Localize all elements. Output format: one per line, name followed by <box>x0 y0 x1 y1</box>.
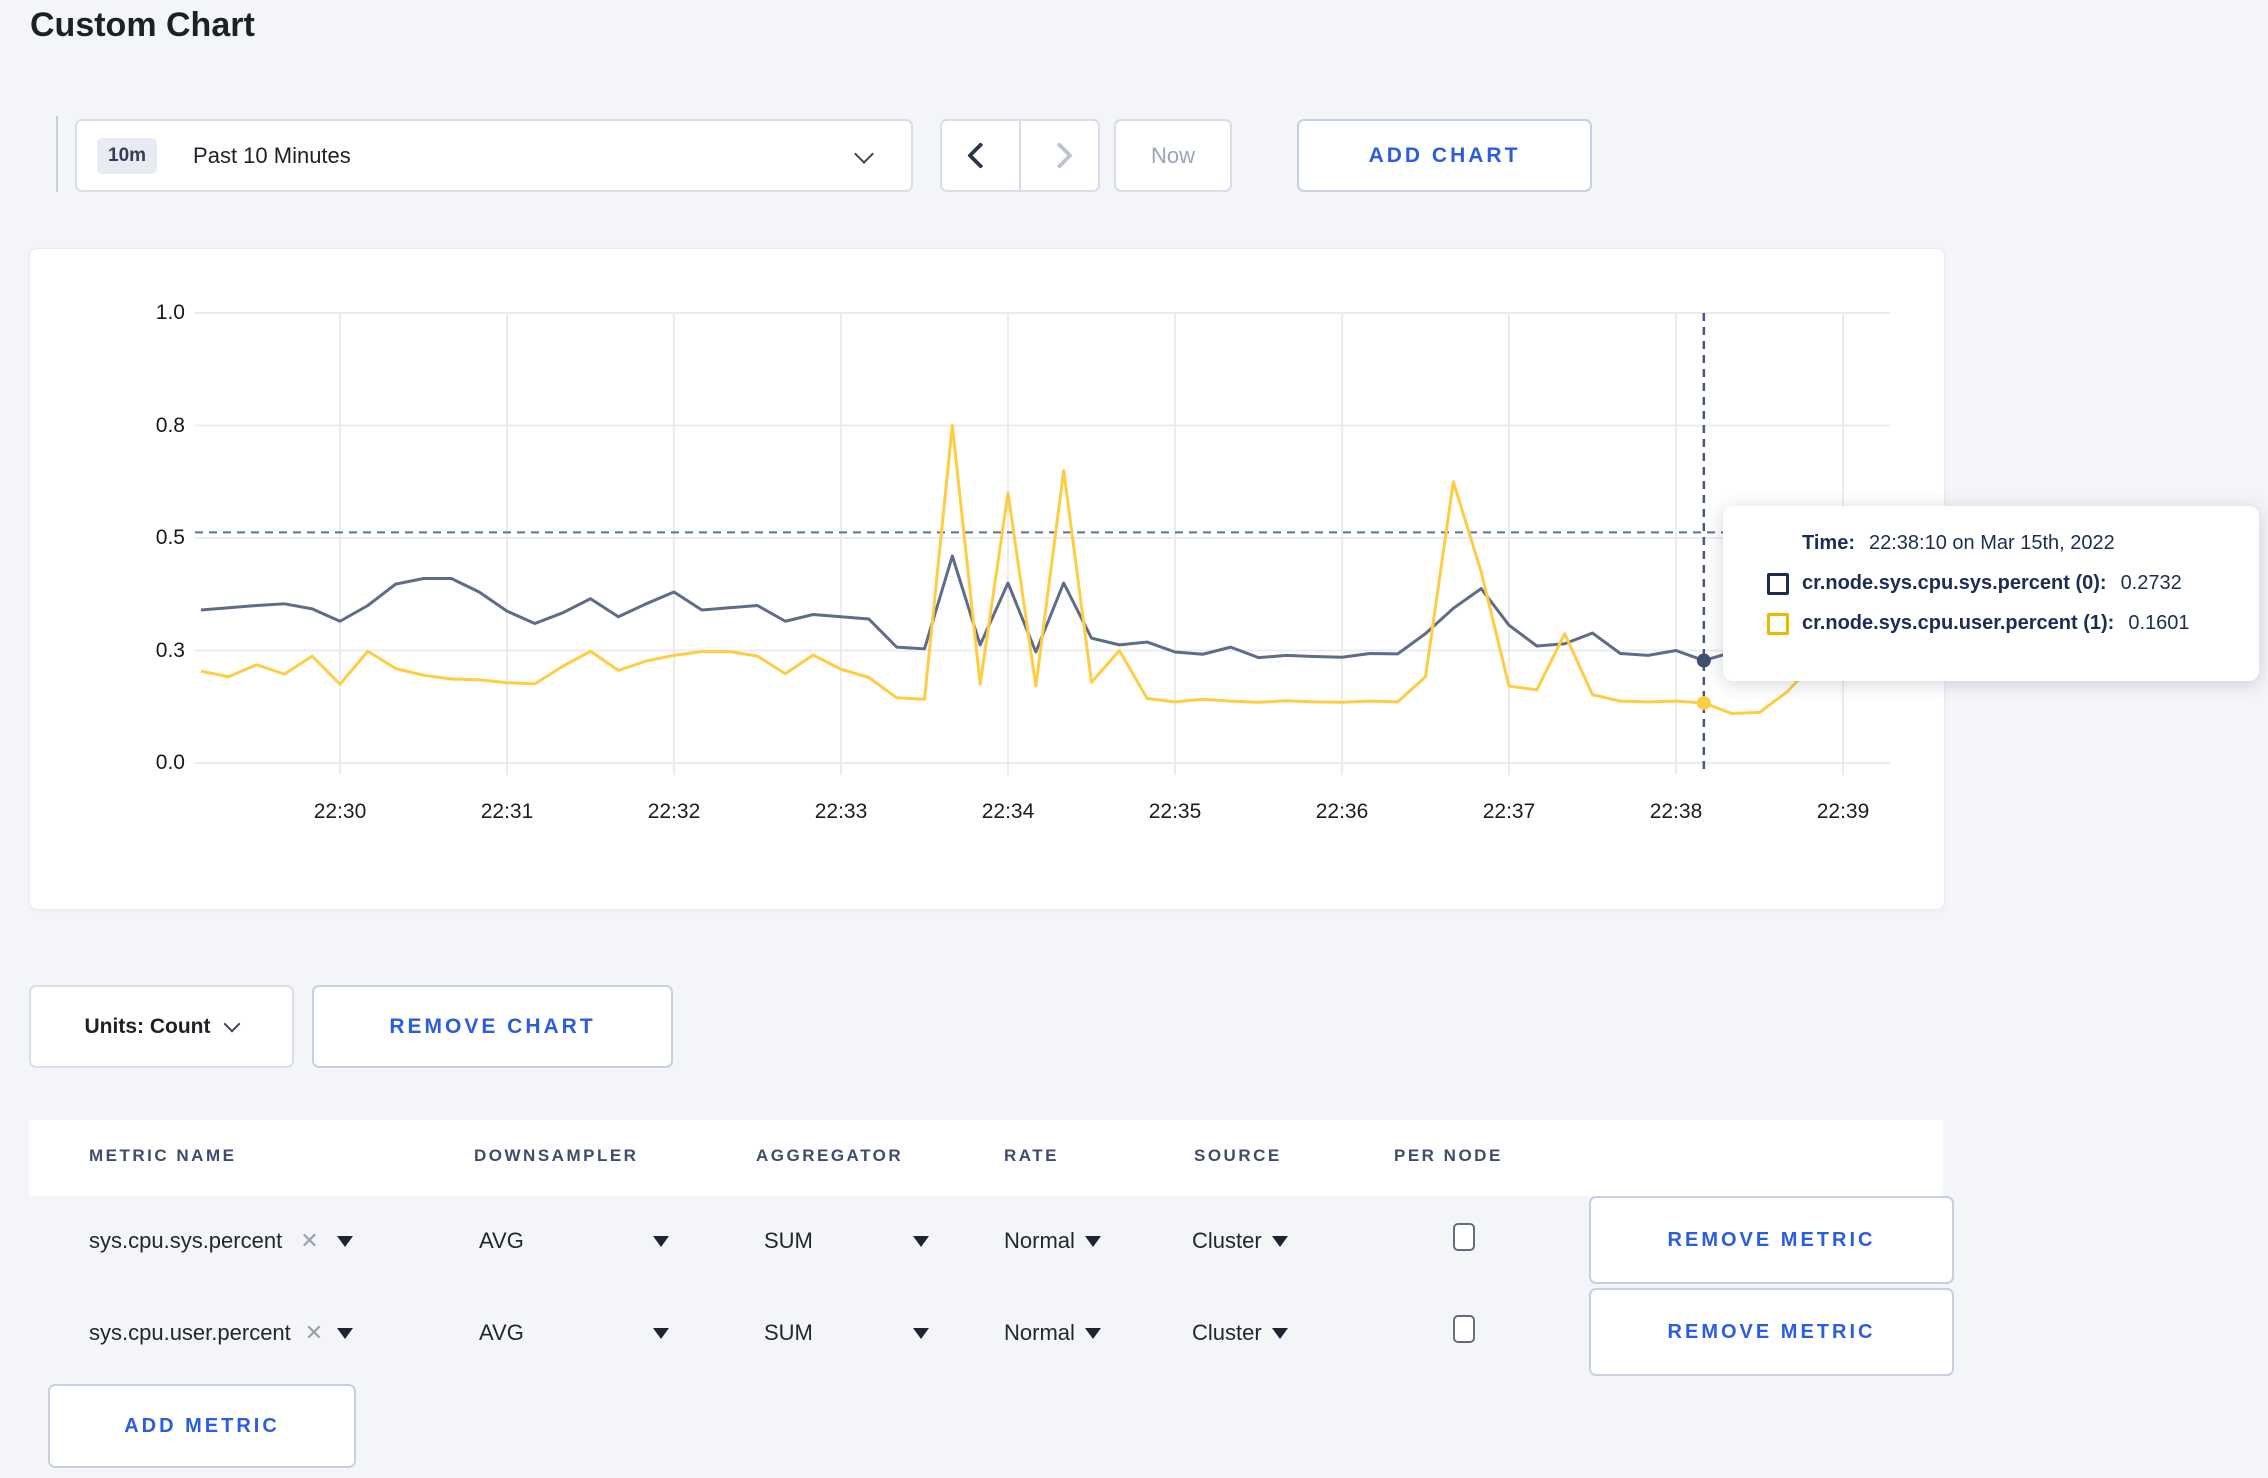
x-axis-tick-label: 22:31 <box>480 800 534 823</box>
add-metric-button[interactable]: ADD METRIC <box>48 1384 356 1468</box>
tooltip-time-label: Time: <box>1802 532 1855 554</box>
per-node-checkbox[interactable] <box>1453 1223 1475 1251</box>
source-value: Cluster <box>1192 1228 1262 1253</box>
y-axis-tick-label: 1.0 <box>155 301 185 324</box>
tooltip-series-row: cr.node.sys.cpu.sys.percent (0): 0.2732 <box>1767 572 2259 595</box>
time-range-label: Past 10 Minutes <box>193 142 351 168</box>
metric-name-select[interactable]: sys.cpu.user.percent ✕ <box>89 1288 354 1378</box>
column-header-metric-name: METRIC NAME <box>89 1146 237 1165</box>
y-axis-tick-label: 0.0 <box>155 751 185 774</box>
rate-value: Normal <box>1004 1320 1075 1345</box>
caret-down-icon <box>913 1235 929 1247</box>
tooltip-series-value: 0.2732 <box>2120 572 2182 594</box>
chevron-left-icon <box>967 142 994 169</box>
tooltip-series-label: cr.node.sys.cpu.sys.percent (0): <box>1802 572 2107 594</box>
metrics-table-header: METRIC NAME DOWNSAMPLER AGGREGATOR RATE … <box>29 1120 1943 1196</box>
time-range-badge: 10m <box>97 137 158 174</box>
column-header-downsampler: DOWNSAMPLER <box>474 1146 639 1165</box>
downsampler-select[interactable]: AVG <box>479 1196 669 1286</box>
remove-metric-button[interactable]: REMOVE METRIC <box>1589 1288 1954 1376</box>
caret-down-icon <box>1084 1327 1101 1339</box>
toolbar-divider <box>56 116 58 192</box>
aggregator-value: SUM <box>764 1320 813 1345</box>
metric-name-select[interactable]: sys.cpu.sys.percent ✕ <box>89 1196 353 1286</box>
column-header-rate: RATE <box>1004 1146 1060 1165</box>
column-header-per-node: PER NODE <box>1394 1146 1503 1165</box>
clear-icon[interactable]: ✕ <box>305 1320 323 1346</box>
aggregator-select[interactable]: SUM <box>764 1288 929 1378</box>
source-select[interactable]: Cluster <box>1192 1196 1288 1286</box>
x-axis-tick-label: 22:39 <box>1816 800 1870 823</box>
y-axis-tick-label: 0.5 <box>155 526 185 549</box>
chevron-down-icon <box>854 144 874 164</box>
chevron-down-icon <box>223 1015 241 1032</box>
caret-down-icon <box>336 1235 353 1247</box>
y-axis-tick-label: 0.8 <box>155 413 185 437</box>
clear-icon[interactable]: ✕ <box>300 1228 318 1254</box>
column-header-aggregator: AGGREGATOR <box>756 1146 904 1165</box>
caret-down-icon <box>653 1327 669 1339</box>
series-swatch-icon <box>1767 572 1789 595</box>
tooltip-time-value: 22:38:10 on Mar 15th, 2022 <box>1868 532 2115 554</box>
time-range-dropdown[interactable]: 10m Past 10 Minutes <box>75 119 913 192</box>
units-dropdown[interactable]: Units: Count <box>29 985 294 1068</box>
source-value: Cluster <box>1192 1320 1262 1345</box>
caret-down-icon <box>913 1327 929 1339</box>
metric-name-value: sys.cpu.user.percent <box>89 1320 291 1345</box>
aggregator-select[interactable]: SUM <box>764 1196 929 1286</box>
x-axis-tick-label: 22:33 <box>814 800 868 823</box>
series-swatch-icon <box>1767 612 1789 635</box>
downsampler-select[interactable]: AVG <box>479 1288 669 1378</box>
next-window-button[interactable] <box>1021 121 1098 190</box>
column-header-source: SOURCE <box>1194 1146 1282 1165</box>
custom-chart-page: Custom Chart 10m Past 10 Minutes Now ADD… <box>0 0 2268 1478</box>
caret-down-icon <box>653 1235 669 1247</box>
y-axis-tick-label: 0.3 <box>155 638 185 662</box>
x-axis-tick-label: 22:34 <box>981 800 1035 823</box>
x-axis-tick-label: 22:35 <box>1148 800 1202 823</box>
caret-down-icon <box>1271 1327 1288 1339</box>
rate-value: Normal <box>1004 1228 1075 1253</box>
add-chart-button[interactable]: ADD CHART <box>1297 119 1592 192</box>
x-axis-tick-label: 22:30 <box>313 800 367 823</box>
tooltip-time-row: Time: 22:38:10 on Mar 15th, 2022 <box>1767 532 2259 555</box>
x-axis-tick-label: 22:37 <box>1482 800 1536 823</box>
table-row: sys.cpu.sys.percent ✕ AVG SUM Normal Clu… <box>29 1196 1954 1286</box>
page-title: Custom Chart <box>30 6 255 44</box>
metric-name-value: sys.cpu.sys.percent <box>89 1228 283 1253</box>
x-axis-tick-label: 22:36 <box>1315 800 1369 823</box>
rate-select[interactable]: Normal <box>1004 1196 1101 1286</box>
caret-down-icon <box>1271 1235 1288 1247</box>
caret-down-icon <box>1084 1235 1101 1247</box>
chart-tooltip: Time: 22:38:10 on Mar 15th, 2022 cr.node… <box>1723 506 2259 681</box>
x-axis-tick-label: 22:32 <box>647 800 701 823</box>
downsampler-value: AVG <box>479 1228 524 1253</box>
chevron-right-icon <box>1046 142 1073 169</box>
table-row: sys.cpu.user.percent ✕ AVG SUM Normal Cl… <box>29 1288 1954 1378</box>
remove-chart-button[interactable]: REMOVE CHART <box>312 985 673 1068</box>
now-button[interactable]: Now <box>1114 119 1232 192</box>
downsampler-value: AVG <box>479 1320 524 1345</box>
aggregator-value: SUM <box>764 1228 813 1253</box>
time-window-arrows <box>940 119 1100 192</box>
caret-down-icon <box>337 1327 354 1339</box>
prev-window-button[interactable] <box>942 121 1021 190</box>
tooltip-series-label: cr.node.sys.cpu.user.percent (1): <box>1802 612 2115 634</box>
units-label: Units: Count <box>84 1014 211 1038</box>
per-node-checkbox[interactable] <box>1453 1315 1475 1343</box>
x-axis-tick-label: 22:38 <box>1649 800 1703 823</box>
remove-metric-button[interactable]: REMOVE METRIC <box>1589 1196 1954 1284</box>
source-select[interactable]: Cluster <box>1192 1288 1288 1378</box>
tooltip-series-value: 0.1601 <box>2128 612 2190 634</box>
rate-select[interactable]: Normal <box>1004 1288 1101 1378</box>
tooltip-series-row: cr.node.sys.cpu.user.percent (1): 0.1601 <box>1767 612 2259 635</box>
